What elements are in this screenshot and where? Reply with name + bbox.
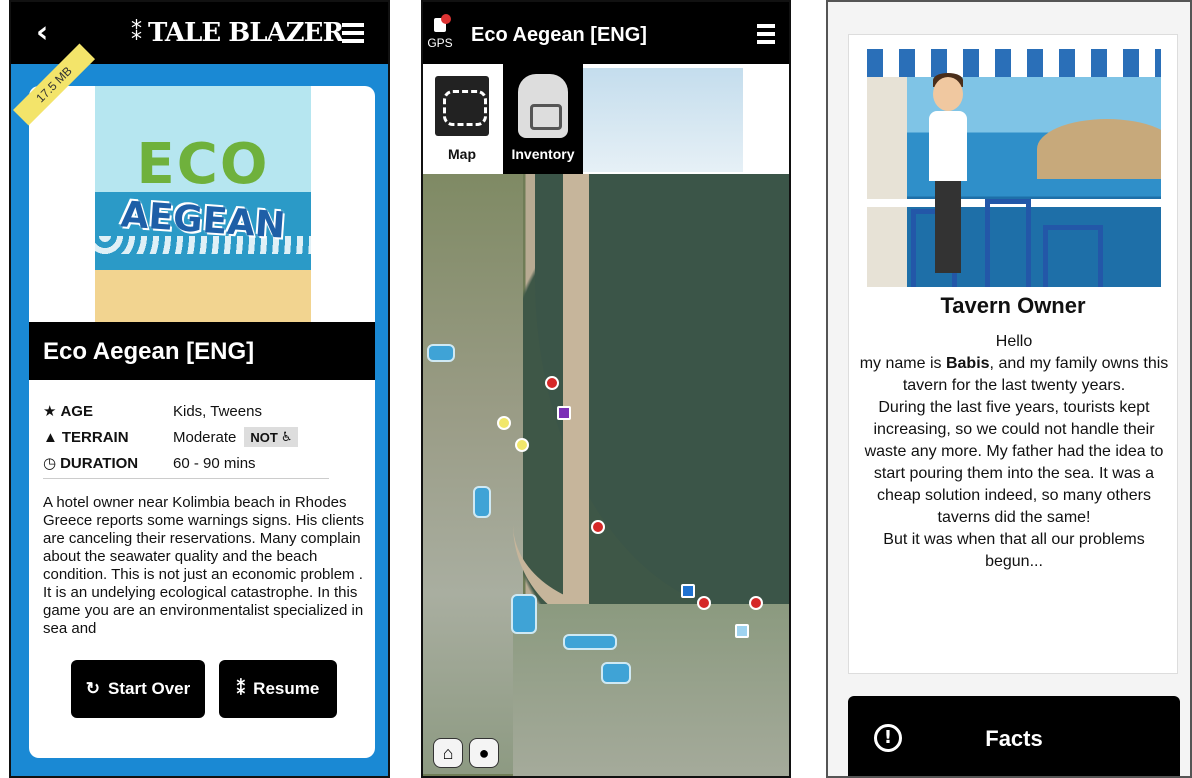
resume-button[interactable]: ⁑ Resume xyxy=(219,660,337,718)
start-over-button[interactable]: ↻ Start Over xyxy=(71,660,205,718)
map-screen: GPS Eco Aegean [ENG] Map Inventory ⌂ ● xyxy=(421,0,791,778)
game-detail-screen: ‹ ⁑ TALE BLAZER 17.5 MB ECO AEGEAN Eco A… xyxy=(9,0,390,778)
home-button[interactable]: ⌂ xyxy=(433,738,463,768)
duration-label: DURATION xyxy=(60,454,139,472)
character-image xyxy=(867,49,1161,287)
map-pool xyxy=(427,344,455,362)
logo-text: TALE BLAZER xyxy=(148,18,344,48)
terrain-row: ▲ TERRAIN Moderate NOT ♿ xyxy=(43,424,333,450)
tab-inventory-label: Inventory xyxy=(511,146,575,162)
facts-button[interactable]: ! Facts xyxy=(848,696,1180,776)
backpack-icon xyxy=(518,74,568,138)
game-title: Eco Aegean [ENG] xyxy=(471,24,647,46)
refresh-icon: ↻ xyxy=(85,679,101,698)
game-cover-art: ECO AEGEAN xyxy=(95,86,311,322)
player-button[interactable]: ● xyxy=(469,738,499,768)
dialog-end: But it was when that all our problems be… xyxy=(883,531,1145,570)
clock-icon: ◷ xyxy=(43,455,57,472)
satellite-map[interactable]: ⌂ ● xyxy=(423,174,789,776)
map-marker-red[interactable] xyxy=(591,520,605,534)
dialog-rest: During the last five years, tourists kep… xyxy=(864,399,1164,526)
map-land-west xyxy=(423,174,523,774)
dialog-intro: Hello xyxy=(995,333,1033,350)
scene-awning xyxy=(867,49,1161,77)
map-marker-red[interactable] xyxy=(545,376,559,390)
terrain-label: TERRAIN xyxy=(61,428,129,446)
map-pool xyxy=(511,594,537,634)
back-button[interactable]: ‹ xyxy=(36,18,62,48)
tab-map[interactable]: Map xyxy=(423,64,501,174)
mountain-icon: ▲ xyxy=(43,428,58,446)
chevron-left-icon: ‹ xyxy=(36,15,49,50)
not-label: NOT xyxy=(250,429,278,445)
scene-chair xyxy=(985,199,1031,287)
map-marker-yellow[interactable] xyxy=(497,416,511,430)
accessibility-badge: NOT ♿ xyxy=(244,427,299,447)
scene-chair xyxy=(1043,225,1103,287)
toolbar-background xyxy=(583,68,743,172)
map-marker-red[interactable] xyxy=(749,596,763,610)
start-over-label: Start Over xyxy=(108,679,191,698)
tab-toolbar: Map Inventory xyxy=(423,64,789,174)
character-card: Tavern Owner Hello my name is Babis, and… xyxy=(848,34,1178,674)
map-marker-purple[interactable] xyxy=(557,406,571,420)
person-icon: ● xyxy=(478,742,490,763)
age-row: ★ AGE Kids, Tweens xyxy=(43,398,333,424)
character-name: Tavern Owner xyxy=(940,293,1086,318)
cover-title-top: ECO xyxy=(136,132,270,197)
age-label: AGE xyxy=(60,402,93,420)
footsteps-icon: ⁑ xyxy=(236,679,246,698)
terrain-value: Moderate xyxy=(173,428,237,446)
scene-hill xyxy=(1037,119,1161,179)
character-dialog: Hello my name is Babis, and my family ow… xyxy=(859,331,1169,573)
map-marker-yellow[interactable] xyxy=(515,438,529,452)
game-description: A hotel owner near Kolimbia beach in Rho… xyxy=(43,494,364,637)
gps-off-icon xyxy=(429,14,451,36)
map-marker-red[interactable] xyxy=(697,596,711,610)
map-marker-blue[interactable] xyxy=(681,584,695,598)
game-title-bar: Eco Aegean [ENG] xyxy=(29,322,375,380)
age-value: Kids, Tweens xyxy=(173,402,262,420)
duration-row: ◷ DURATION 60 - 90 mins xyxy=(43,450,333,476)
map-icon xyxy=(435,76,489,136)
map-pool xyxy=(473,486,491,518)
dialog-name: Babis xyxy=(945,355,990,372)
game-card: ECO AEGEAN Eco Aegean [ENG] ★ AGE Kids, T… xyxy=(29,86,375,758)
facts-label: Facts xyxy=(985,726,1043,751)
home-icon: ⌂ xyxy=(442,742,454,763)
game-meta: ★ AGE Kids, Tweens ▲ TERRAIN Moderate NOT … xyxy=(43,398,333,476)
gps-label: GPS xyxy=(427,36,453,50)
top-bar: GPS Eco Aegean [ENG] xyxy=(423,2,789,64)
map-controls: ⌂ ● xyxy=(433,738,499,768)
star-icon: ★ xyxy=(43,403,57,420)
tab-inventory[interactable]: Inventory xyxy=(503,64,583,174)
hamburger-menu-icon[interactable] xyxy=(757,24,775,44)
tavern-owner-figure xyxy=(925,73,971,273)
tab-map-label: Map xyxy=(448,146,476,162)
game-title: Eco Aegean [ENG] xyxy=(43,338,255,365)
wheelchair-icon: ♿ xyxy=(280,429,293,444)
scene-wall xyxy=(867,77,907,287)
resume-label: Resume xyxy=(253,679,320,698)
hamburger-menu-icon[interactable] xyxy=(342,23,364,43)
duration-value: 60 - 90 mins xyxy=(173,454,256,472)
map-pool xyxy=(563,634,617,650)
character-screen: Tavern Owner Hello my name is Babis, and… xyxy=(826,0,1192,778)
map-pool xyxy=(601,662,631,684)
footsteps-icon: ⁑ xyxy=(131,20,142,45)
divider xyxy=(43,478,329,479)
gps-status[interactable]: GPS xyxy=(427,14,453,58)
dialog-line: my name is Babis, and my family owns thi… xyxy=(859,355,1169,394)
map-marker-blue[interactable] xyxy=(735,624,749,638)
app-logo: ⁑ TALE BLAZER xyxy=(131,16,344,50)
